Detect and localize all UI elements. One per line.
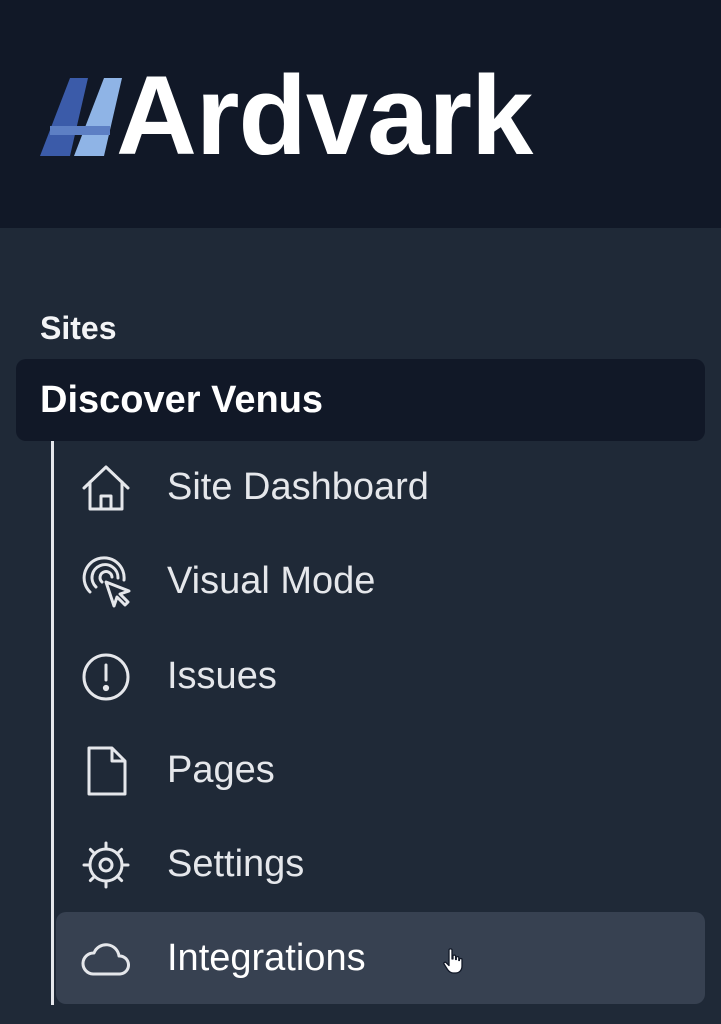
nav-label: Visual Mode (167, 560, 376, 602)
cursor-click-icon (80, 556, 132, 608)
nav-label: Settings (167, 843, 305, 885)
nav-label: Issues (167, 655, 277, 697)
sidebar: Ardvark Sites Discover Venus Site Dashbo… (0, 0, 721, 1024)
document-icon (80, 745, 132, 797)
exclamation-circle-icon (80, 651, 132, 703)
nav-item-site-dashboard[interactable]: Site Dashboard (56, 441, 705, 533)
sites-section-label: Sites (40, 310, 117, 346)
nav-item-settings[interactable]: Settings (56, 818, 705, 910)
nav-item-visual-mode[interactable]: Visual Mode (56, 535, 705, 627)
nav-item-issues[interactable]: Issues (56, 630, 705, 722)
nav-item-integrations[interactable]: Integrations (56, 912, 705, 1004)
tree-line (51, 441, 54, 1005)
brand-name[interactable]: Ardvark (116, 60, 533, 172)
nav-item-pages[interactable]: Pages (56, 724, 705, 816)
brand-header: Ardvark (0, 0, 721, 228)
hand-pointer-icon (443, 948, 463, 974)
nav-label: Integrations (167, 937, 366, 979)
nav-label: Pages (167, 749, 275, 791)
site-selector[interactable]: Discover Venus (16, 359, 705, 441)
nav-label: Site Dashboard (167, 466, 429, 508)
home-icon (80, 462, 132, 514)
gear-icon (80, 839, 132, 891)
cloud-icon (80, 933, 132, 985)
site-name: Discover Venus (40, 379, 324, 421)
